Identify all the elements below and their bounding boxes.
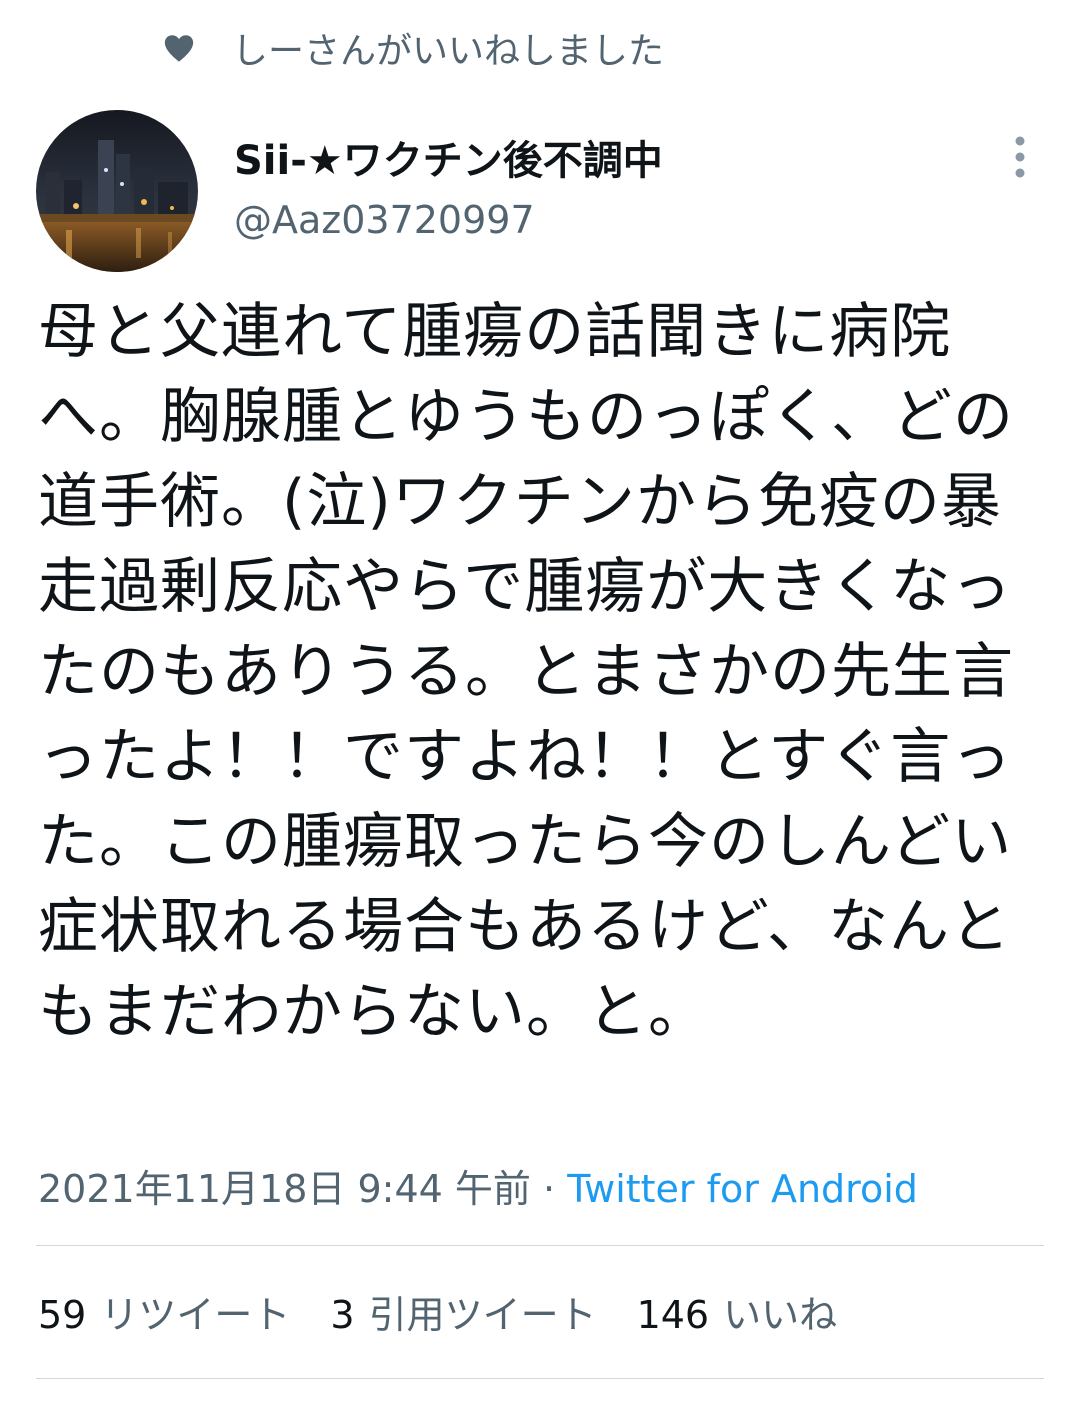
author-display-name[interactable]: Sii-★ワクチン後不調中 — [234, 128, 663, 186]
meta-separator: · — [543, 1167, 556, 1211]
tweet-stats: 59 リツイート 3 引用ツイート 146 いいね — [38, 1284, 877, 1339]
social-context-text: しーさんがいいねしました — [232, 31, 665, 72]
more-options-button[interactable] — [1000, 134, 1040, 184]
social-context[interactable]: しーさんがいいねしました — [162, 22, 664, 74]
action-bar-partial — [0, 1414, 1079, 1426]
avatar[interactable] — [36, 110, 198, 272]
quotes-count: 3 — [330, 1293, 355, 1337]
more-vertical-icon — [1014, 135, 1026, 183]
likes-stat[interactable]: 146 いいね — [637, 1284, 838, 1339]
tweet-source-link[interactable]: Twitter for Android — [567, 1167, 918, 1211]
divider — [36, 1378, 1044, 1379]
author-handle[interactable]: @Aaz03720997 — [234, 198, 535, 242]
likes-label: いいね — [723, 1293, 838, 1337]
retweets-label: リツイート — [100, 1293, 291, 1337]
tweet-timestamp[interactable]: 2021年11月18日 9:44 午前 — [38, 1167, 531, 1211]
quotes-label: 引用ツイート — [368, 1293, 597, 1337]
retweets-count: 59 — [38, 1293, 87, 1337]
tweet-text: 母と父連れて腫瘍の話聞きに病院へ。胸腺腫とゆうものっぽく、どの道手術。(泣)ワク… — [38, 297, 1014, 1047]
heart-icon — [162, 31, 196, 65]
likes-count: 146 — [636, 1293, 710, 1337]
tweet-meta: 2021年11月18日 9:44 午前 · Twitter for Androi… — [38, 1158, 918, 1213]
retweets-stat[interactable]: 59 リツイート — [38, 1284, 290, 1339]
divider — [36, 1245, 1044, 1246]
quotes-stat[interactable]: 3 引用ツイート — [330, 1284, 596, 1339]
